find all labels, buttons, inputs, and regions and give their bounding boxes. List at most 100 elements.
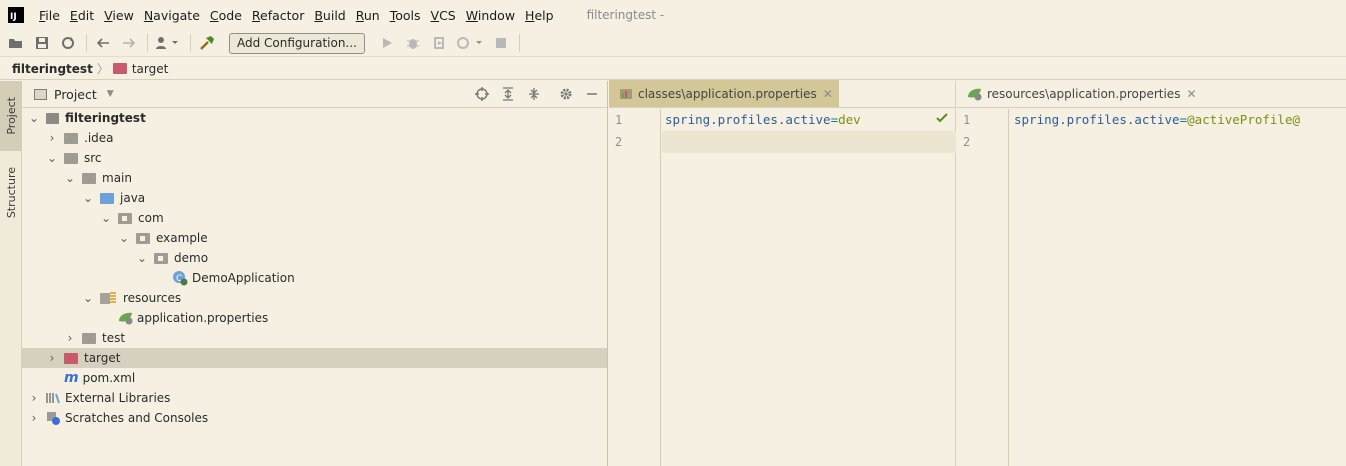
project-tool-tab[interactable]: Project [0, 81, 22, 151]
project-view-selector[interactable]: Project ▼ [28, 87, 114, 102]
menu-edit[interactable]: Edit [65, 8, 99, 23]
main-toolbar: Add Configuration... [0, 30, 1346, 57]
tree-row-com[interactable]: ⌄ com [22, 208, 607, 228]
spring-properties-icon [119, 312, 133, 325]
chevron-right-icon[interactable]: › [64, 331, 76, 345]
tree-row-pom-xml[interactable]: m pom.xml [22, 368, 607, 388]
menu-view[interactable]: View [99, 8, 139, 23]
debug-icon[interactable] [403, 33, 423, 53]
properties-file-icon [620, 88, 632, 99]
chevron-down-icon[interactable]: ⌄ [28, 111, 40, 125]
spring-class-icon: C [173, 271, 188, 286]
tree-label: java [120, 191, 146, 205]
user-dropdown-icon[interactable] [154, 33, 182, 53]
folder-icon [82, 172, 96, 184]
folder-icon [64, 152, 78, 164]
chevron-down-icon[interactable]: ⌄ [136, 251, 148, 265]
chevron-down-icon[interactable]: ⌄ [64, 171, 76, 185]
tree-row-main[interactable]: ⌄ main [22, 168, 607, 188]
maven-icon: m [64, 370, 79, 386]
current-line-highlight [662, 131, 956, 153]
stop-icon[interactable] [491, 33, 511, 53]
package-icon [118, 212, 132, 224]
tree-row-java[interactable]: ⌄ java [22, 188, 607, 208]
tab-label: classes\application.properties [638, 86, 817, 101]
menu-code[interactable]: Code [205, 8, 247, 23]
chevron-right-icon[interactable]: › [28, 411, 40, 425]
package-icon [154, 252, 168, 264]
chevron-down-icon[interactable]: ⌄ [100, 211, 112, 225]
structure-tab-label: Structure [4, 167, 18, 219]
chevron-right-icon[interactable]: › [46, 131, 58, 145]
project-tree: ⌄ filteringtest › .idea ⌄ src ⌄ main ⌄ j… [22, 108, 607, 428]
property-separator: = [830, 112, 839, 127]
tab-resources-application-properties[interactable]: resources\application.properties ✕ [957, 80, 1203, 107]
editor-left: classes\application.properties ✕ 1 2 spr… [609, 80, 956, 466]
tree-row-filteringtest[interactable]: ⌄ filteringtest [22, 108, 607, 128]
collapse-all-icon[interactable] [525, 86, 543, 102]
menu-bar: IJ File Edit View Navigate Code Refactor… [0, 0, 1346, 30]
tree-row-application-properties[interactable]: application.properties [22, 308, 607, 328]
tree-row-example[interactable]: ⌄ example [22, 228, 607, 248]
menu-navigate[interactable]: Navigate [139, 8, 205, 23]
source-folder-icon [100, 192, 114, 204]
menu-help[interactable]: Help [520, 8, 559, 23]
chevron-right-icon[interactable]: › [46, 351, 58, 365]
structure-tool-tab[interactable]: Structure [0, 159, 22, 227]
tree-row-scratches[interactable]: › Scratches and Consoles [22, 408, 607, 428]
chevron-down-icon[interactable]: ⌄ [82, 291, 94, 305]
expand-all-icon[interactable] [499, 86, 517, 102]
tree-row-external-libraries[interactable]: › External Libraries [22, 388, 607, 408]
menu-vcs[interactable]: VCS [426, 8, 461, 23]
tree-label: .idea [84, 131, 114, 145]
run-icon[interactable] [377, 33, 397, 53]
chevron-right-icon[interactable]: › [28, 391, 40, 405]
chevron-down-icon[interactable]: ⌄ [118, 231, 130, 245]
minimize-icon[interactable] [583, 86, 601, 102]
tree-row-test[interactable]: › test [22, 328, 607, 348]
build-hammer-icon[interactable] [197, 33, 217, 53]
forward-arrow-icon[interactable] [119, 33, 139, 53]
code-line-1[interactable]: spring.profiles.active=@activeProfile@ [1014, 112, 1300, 127]
close-icon[interactable]: ✕ [823, 87, 833, 101]
coverage-icon[interactable] [429, 33, 449, 53]
close-icon[interactable]: ✕ [1186, 87, 1196, 101]
menu-build[interactable]: Build [309, 8, 350, 23]
breadcrumb: filteringtest 〉 target [0, 58, 1346, 80]
project-view-icon [34, 88, 47, 100]
code-line-1[interactable]: spring.profiles.active=dev [665, 112, 861, 127]
tree-row-target[interactable]: › target [22, 348, 607, 368]
chevron-down-icon[interactable]: ⌄ [82, 191, 94, 205]
tree-row-demo[interactable]: ⌄ demo [22, 248, 607, 268]
menu-run[interactable]: Run [351, 8, 385, 23]
tree-row-src[interactable]: ⌄ src [22, 148, 607, 168]
profile-dropdown-icon[interactable] [455, 33, 485, 53]
gear-icon[interactable] [557, 86, 575, 102]
breadcrumb-target[interactable]: target [132, 62, 169, 76]
breadcrumb-project[interactable]: filteringtest [12, 62, 93, 76]
chevron-right-icon: 〉 [96, 62, 109, 76]
tree-row-resources[interactable]: ⌄ resources [22, 288, 607, 308]
window-title: filteringtest - [586, 8, 665, 22]
back-arrow-icon[interactable] [93, 33, 113, 53]
tab-classes-application-properties[interactable]: classes\application.properties ✕ [609, 80, 839, 107]
add-configuration-button[interactable]: Add Configuration... [229, 32, 365, 54]
sync-icon[interactable] [58, 33, 78, 53]
line-number: 2 [963, 135, 971, 149]
chevron-down-icon[interactable]: ⌄ [46, 151, 58, 165]
package-icon [136, 232, 150, 244]
tree-row-demoapplication[interactable]: C DemoApplication [22, 268, 607, 288]
tree-label: example [156, 231, 208, 245]
locate-file-icon[interactable] [473, 86, 491, 102]
menu-tools[interactable]: Tools [385, 8, 426, 23]
folder-icon [64, 132, 78, 144]
tree-row-idea[interactable]: › .idea [22, 128, 607, 148]
save-icon[interactable] [32, 33, 52, 53]
menu-refactor[interactable]: Refactor [247, 8, 309, 23]
menu-file[interactable]: File [34, 8, 65, 23]
open-folder-icon[interactable] [6, 33, 26, 53]
menu-window[interactable]: Window [461, 8, 520, 23]
intellij-logo-icon: IJ [8, 7, 24, 23]
tab-label: resources\application.properties [987, 86, 1181, 101]
property-value: dev [838, 112, 861, 127]
